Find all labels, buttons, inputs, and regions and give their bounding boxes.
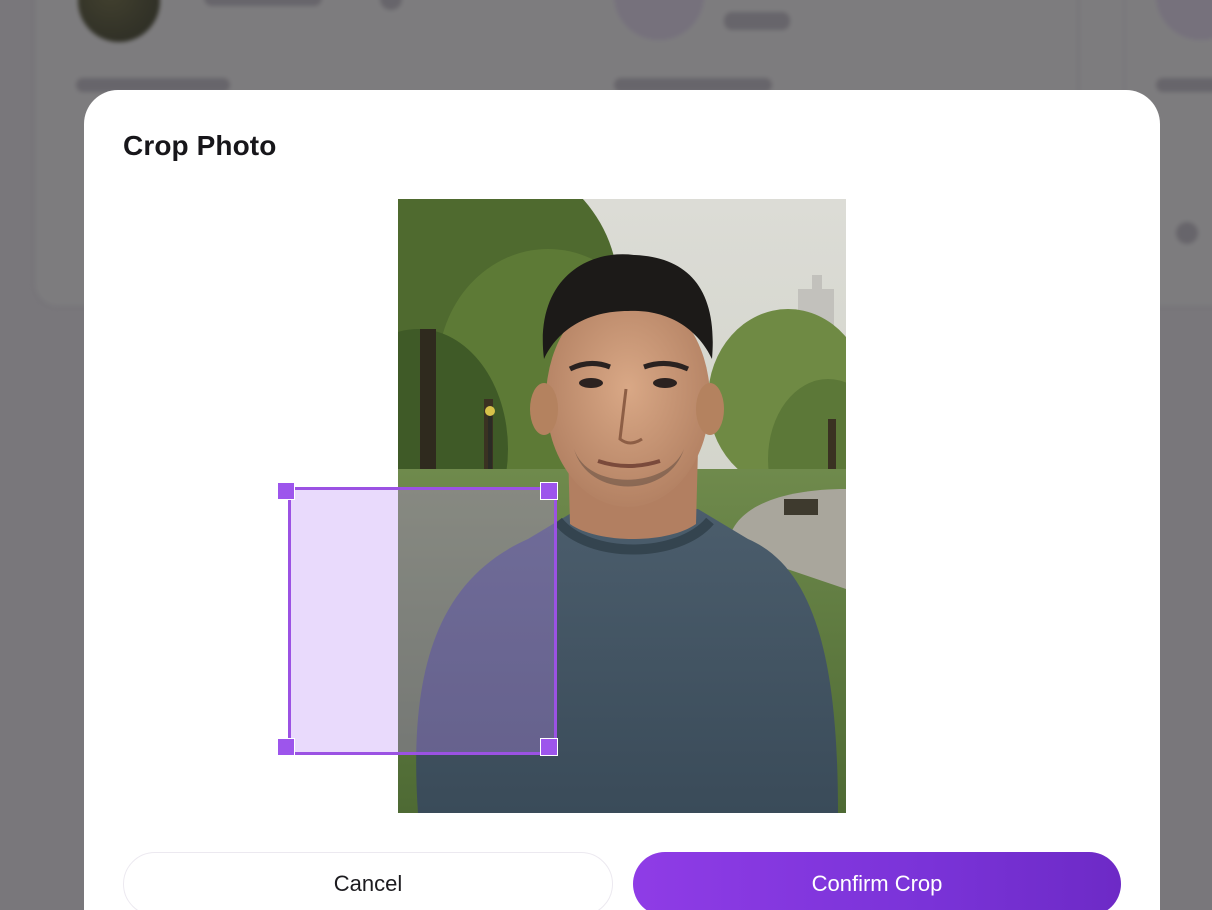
cancel-button[interactable]: Cancel	[123, 852, 613, 910]
crop-handle-bottom-right[interactable]	[540, 738, 558, 756]
crop-handle-top-left[interactable]	[277, 482, 295, 500]
crop-selection[interactable]	[277, 482, 558, 756]
crop-area-outside-image	[291, 490, 398, 752]
crop-handle-bottom-left[interactable]	[277, 738, 295, 756]
crop-photo-dialog: Crop Photo Cancel Confirm Crop	[84, 90, 1160, 910]
confirm-crop-button[interactable]: Confirm Crop	[633, 852, 1121, 910]
crop-handle-top-right[interactable]	[540, 482, 558, 500]
dialog-title: Crop Photo	[123, 130, 277, 161]
